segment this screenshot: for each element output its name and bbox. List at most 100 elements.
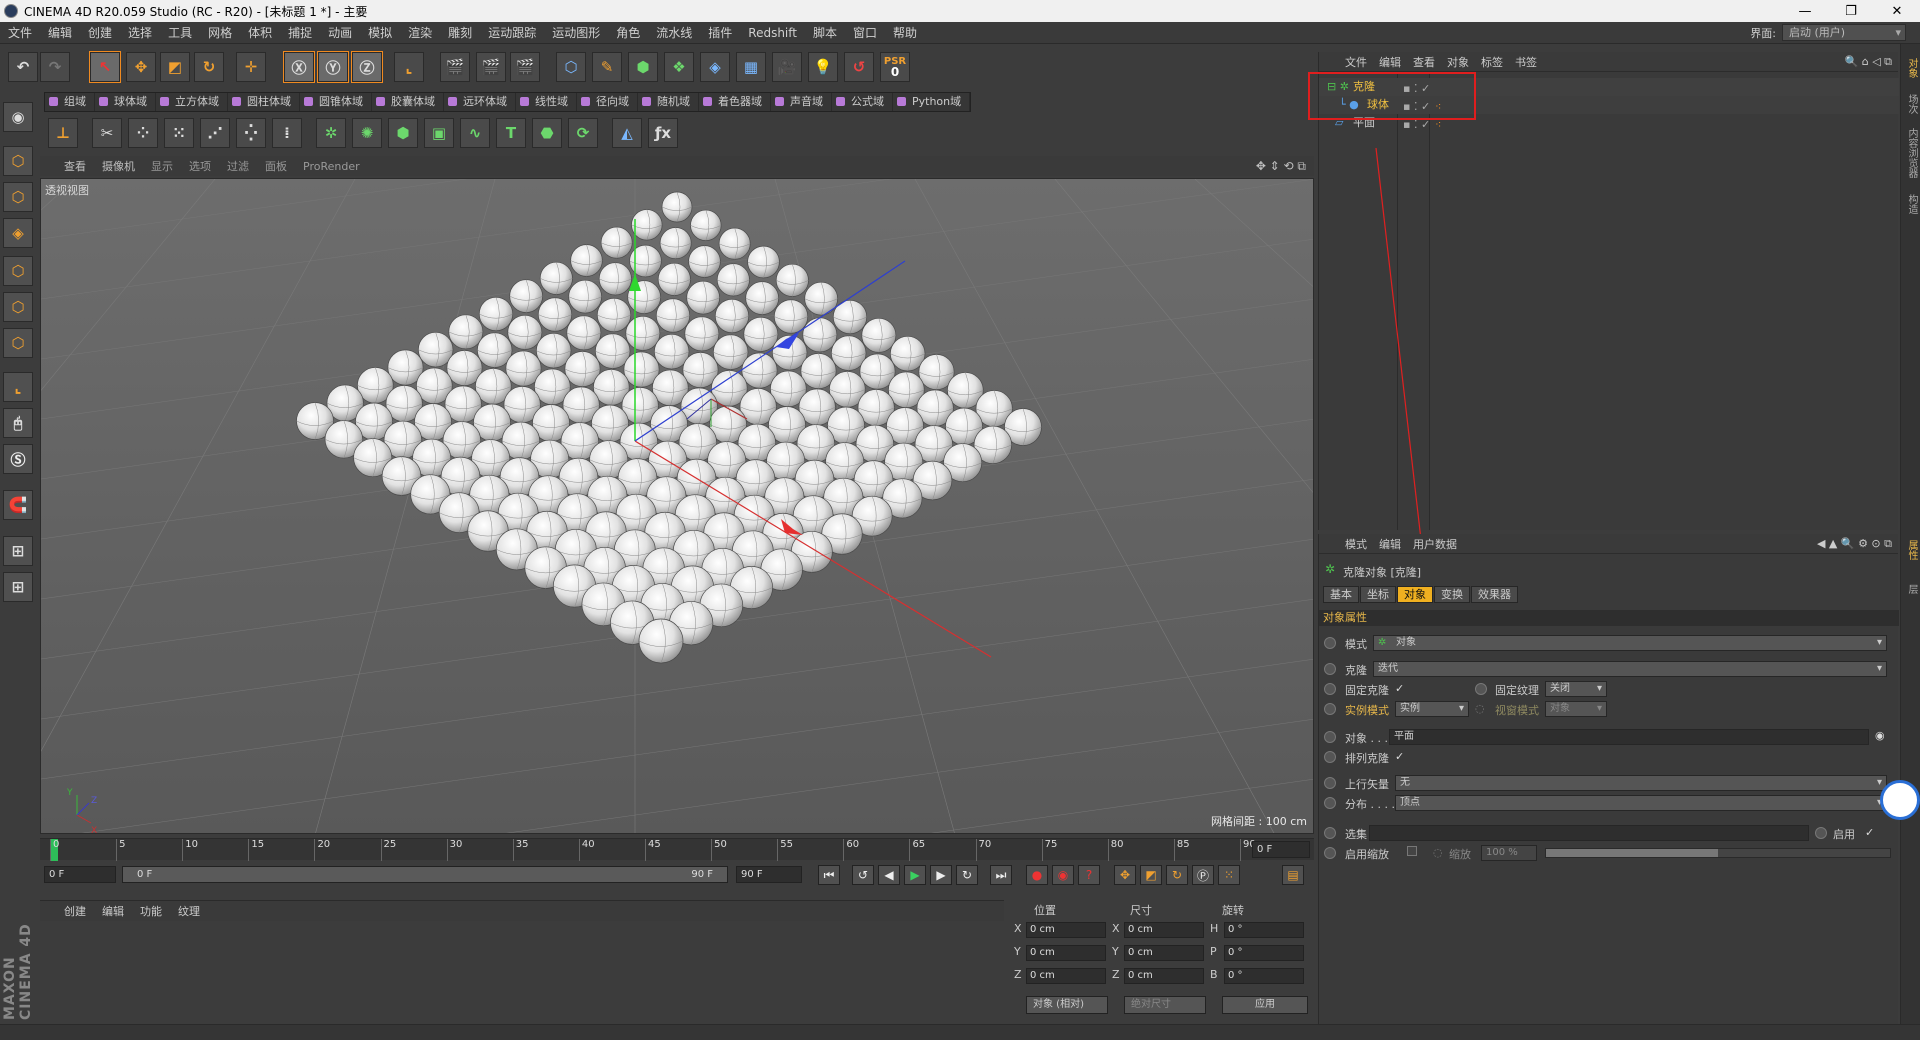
cloner-icon[interactable]: ✲ bbox=[316, 118, 346, 148]
knife-icon[interactable]: ✂ bbox=[92, 118, 122, 148]
field-radial[interactable]: 径向域 bbox=[577, 93, 638, 111]
rtab-takes[interactable]: 场次 bbox=[1903, 94, 1919, 114]
vp-menu-panel[interactable]: 面板 bbox=[257, 158, 295, 174]
fracture-icon[interactable]: ⋰ bbox=[200, 118, 230, 148]
viewport-3d[interactable]: 透视视图 Y X Z 网格间距: 100 cm bbox=[40, 178, 1314, 834]
rtab-layers[interactable]: 层 bbox=[1903, 584, 1919, 594]
obj-menu-edit[interactable]: 编辑 bbox=[1373, 54, 1407, 70]
mat-menu-edit[interactable]: 编辑 bbox=[94, 903, 132, 919]
key-rotation-icon[interactable]: ↻ bbox=[1166, 865, 1188, 885]
minimize-button[interactable]: — bbox=[1782, 0, 1828, 22]
volume-icon[interactable]: ⬣ bbox=[532, 118, 562, 148]
menu-mograph[interactable]: 运动图形 bbox=[544, 24, 608, 41]
key-pla-icon[interactable]: ⁙ bbox=[1218, 865, 1240, 885]
timeline[interactable]: 0 5 10 15 20 25 30 35 40 45 50 55 60 65 70 75 80 85 90 0 F bbox=[40, 838, 1314, 861]
scale-slider[interactable] bbox=[1545, 848, 1891, 858]
edges-mode-icon[interactable]: ⬡ bbox=[3, 292, 33, 322]
polygons-mode-icon[interactable]: ⬡ bbox=[3, 328, 33, 358]
texture-mode-icon[interactable]: ⬡ bbox=[3, 146, 33, 176]
effector-icon[interactable]: ⟳ bbox=[568, 118, 598, 148]
clone-sphere[interactable] bbox=[566, 315, 602, 351]
clone-sphere[interactable] bbox=[537, 297, 573, 332]
clone-sphere[interactable] bbox=[657, 262, 691, 296]
rotate-icon[interactable]: ↻ bbox=[194, 52, 224, 82]
restore-button[interactable]: ❐ bbox=[1828, 0, 1874, 22]
clone-sphere[interactable] bbox=[743, 316, 779, 352]
range-slider[interactable]: 0 F 90 F bbox=[122, 866, 728, 883]
mat-menu-create[interactable]: 创建 bbox=[56, 903, 94, 919]
scale-icon[interactable]: ◩ bbox=[160, 52, 190, 82]
y-axis-icon[interactable]: Ⓨ bbox=[317, 51, 349, 83]
up-vector-select[interactable]: 无 bbox=[1395, 775, 1887, 791]
field-formula[interactable]: 公式域 bbox=[832, 93, 893, 111]
scale-radio[interactable]: ◌ bbox=[1433, 846, 1443, 859]
clone-sphere[interactable] bbox=[631, 209, 663, 241]
vp-menu-filter[interactable]: 过滤 bbox=[219, 158, 257, 174]
field-sound[interactable]: 声音域 bbox=[771, 93, 832, 111]
size-z-field[interactable]: 0 cm bbox=[1124, 968, 1204, 984]
sel-anim-radio[interactable] bbox=[1324, 827, 1336, 839]
menu-window[interactable]: 窗口 bbox=[845, 24, 885, 41]
formula-effector-icon[interactable]: ƒx bbox=[648, 118, 678, 148]
clone-sphere[interactable] bbox=[570, 244, 603, 277]
instance-mode-select[interactable]: 实例 bbox=[1395, 701, 1469, 717]
obj-menu-view[interactable]: 查看 bbox=[1407, 54, 1441, 70]
obj-menu-bookmarks[interactable]: 书签 bbox=[1509, 54, 1543, 70]
tweak-mode-icon[interactable]: 🖰 bbox=[3, 408, 33, 438]
field-group[interactable]: 组域 bbox=[45, 93, 95, 111]
coord-mode-select[interactable]: 对象 (相对) bbox=[1026, 996, 1108, 1014]
rotation-h-field[interactable]: 0 ° bbox=[1224, 922, 1304, 938]
timeline-ruler[interactable]: 0 5 10 15 20 25 30 35 40 45 50 55 60 65 70 75 80 85 90 bbox=[50, 839, 1256, 861]
floor-icon[interactable]: ▦ bbox=[736, 52, 766, 82]
clone-sphere[interactable] bbox=[773, 299, 809, 334]
vp-menu-display[interactable]: 显示 bbox=[143, 158, 181, 174]
menu-snap[interactable]: 捕捉 bbox=[280, 24, 320, 41]
dist-anim-radio[interactable] bbox=[1324, 797, 1336, 809]
z-axis-icon[interactable]: Ⓩ bbox=[351, 51, 383, 83]
text-icon[interactable]: T bbox=[496, 118, 526, 148]
fix-texture-select[interactable]: 关闭 bbox=[1545, 681, 1607, 697]
clone-sphere[interactable] bbox=[775, 263, 809, 297]
clone-sphere[interactable] bbox=[802, 317, 838, 353]
render-settings-icon[interactable]: 🎬 bbox=[510, 52, 540, 82]
attr-nav-icons[interactable]: ◀ ▲ 🔍 ⚙ ⊙ ⧉ bbox=[1811, 537, 1898, 551]
field-shader[interactable]: 着色器域 bbox=[699, 93, 771, 111]
enable-checkbox[interactable]: ✓ bbox=[1865, 826, 1874, 839]
clone-sphere[interactable] bbox=[625, 315, 661, 351]
fix-tex-anim-radio[interactable] bbox=[1475, 683, 1487, 695]
planar-workplane-icon[interactable]: ⊞ bbox=[3, 572, 33, 602]
camera-icon[interactable]: 🎥 bbox=[772, 52, 802, 82]
object-anim-radio[interactable] bbox=[1324, 731, 1336, 743]
menu-volume[interactable]: 体积 bbox=[240, 24, 280, 41]
menu-render[interactable]: 渲染 bbox=[400, 24, 440, 41]
clone-sphere[interactable] bbox=[478, 296, 514, 332]
end-frame-field[interactable]: 90 F bbox=[736, 866, 802, 883]
fix-clone-anim-radio[interactable] bbox=[1324, 683, 1336, 695]
goto-end-icon[interactable]: ⏭ bbox=[990, 865, 1012, 885]
menu-tools[interactable]: 工具 bbox=[160, 24, 200, 41]
tab-object[interactable]: 对象 bbox=[1397, 586, 1433, 603]
rtab-attributes[interactable]: 属性 bbox=[1903, 540, 1919, 560]
menu-simulate[interactable]: 模拟 bbox=[360, 24, 400, 41]
clone-sphere[interactable] bbox=[509, 279, 543, 313]
rtab-structure[interactable]: 构造 bbox=[1903, 194, 1919, 214]
clone-sphere[interactable] bbox=[804, 281, 838, 316]
next-key-icon[interactable]: ↻ bbox=[956, 865, 978, 885]
tab-effectors[interactable]: 效果器 bbox=[1471, 586, 1518, 603]
clone-sphere[interactable] bbox=[600, 226, 633, 259]
autokey-icon[interactable]: ◉ bbox=[1052, 865, 1074, 885]
model-mode-icon[interactable]: ◉ bbox=[3, 102, 33, 132]
obj-menu-objects[interactable]: 对象 bbox=[1441, 54, 1475, 70]
redo-button[interactable]: ↷ bbox=[40, 52, 70, 82]
timeline-window-icon[interactable]: ▤ bbox=[1282, 865, 1304, 885]
record-icon[interactable]: ● bbox=[1026, 865, 1048, 885]
grid-array-icon[interactable]: ⁞ bbox=[272, 118, 302, 148]
enable-scale-checkbox[interactable] bbox=[1407, 846, 1417, 856]
render-picture-viewer-icon[interactable]: 🎬 bbox=[476, 52, 506, 82]
distribution-select[interactable]: 顶点 bbox=[1395, 795, 1887, 811]
enable-anim-radio[interactable] bbox=[1815, 827, 1827, 839]
transform-icon[interactable]: ✛ bbox=[236, 52, 266, 82]
undo-button[interactable]: ↶ bbox=[8, 52, 38, 82]
clone-sphere[interactable] bbox=[661, 191, 693, 223]
viewport-mode-select[interactable]: 对象 bbox=[1545, 701, 1607, 717]
